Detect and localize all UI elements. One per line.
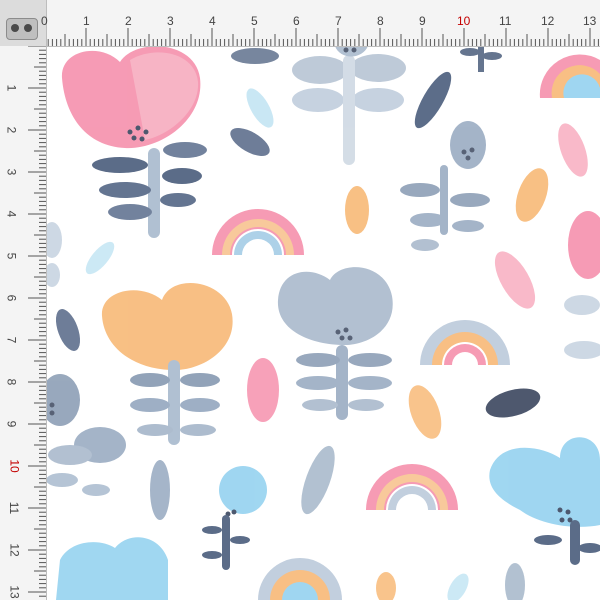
rainbow	[420, 320, 510, 365]
top-ruler-label: 11	[499, 14, 512, 28]
left-ruler-label: 11	[7, 501, 22, 515]
left-ruler-label: 6	[4, 294, 19, 302]
navy-leaf	[55, 309, 81, 351]
top-ruler-label: 6	[293, 14, 300, 28]
grey-flower-center	[277, 267, 393, 420]
top-ruler-label: 7	[335, 14, 342, 28]
watercolor-pattern	[40, 46, 600, 605]
top-ruler-label: 1	[83, 14, 90, 28]
top-ruler-label: 13	[583, 14, 597, 28]
peach-petal	[408, 385, 442, 439]
top-ruler-label: 2	[125, 14, 132, 28]
grey-flower-right	[400, 121, 490, 251]
top-ruler-label: 3	[167, 14, 174, 28]
ruler-corner	[0, 0, 46, 46]
mist-leaf	[150, 460, 170, 520]
pink-petal	[558, 123, 588, 177]
navy-leaf	[230, 128, 270, 156]
peach-petal	[345, 186, 369, 234]
mist-leaf	[301, 445, 335, 515]
navy-sprig	[460, 46, 502, 72]
pink-petal	[494, 251, 536, 309]
mist-leaf	[564, 341, 600, 359]
mist-leaf	[505, 563, 525, 605]
top-ruler-label: 9	[419, 14, 426, 28]
light-blue-leaf	[447, 573, 469, 603]
peach-petal	[376, 572, 396, 604]
clip-screw	[11, 24, 19, 32]
rainbow	[258, 558, 342, 600]
left-ruler-label: 12	[7, 543, 22, 557]
light-blue-leaf	[246, 88, 274, 128]
grey-flower-top	[292, 46, 406, 165]
rainbow	[539, 54, 600, 98]
left-ruler-label: 4	[4, 210, 19, 218]
left-ruler-label: 7	[4, 336, 19, 344]
pink-flower	[61, 46, 207, 238]
left-ruler-label: 3	[4, 168, 19, 176]
light-blue-flower-large	[489, 437, 600, 565]
top-ruler-label: 0	[41, 14, 48, 28]
rainbow	[212, 209, 304, 255]
peach-flower	[101, 283, 233, 445]
grey-flower-left	[40, 374, 126, 496]
clip-screw	[24, 24, 32, 32]
peach-petal	[515, 168, 549, 222]
left-ruler-label: 13	[7, 585, 22, 599]
top-ruler-label: 8	[377, 14, 384, 28]
top-ruler-label: 12	[541, 14, 555, 28]
light-blue-flower-small	[202, 466, 267, 570]
light-blue-flower-bottom	[56, 537, 168, 600]
top-ruler-label: 5	[251, 14, 258, 28]
pink-petal	[247, 358, 279, 422]
ruler-clip	[6, 18, 38, 40]
pink-petal	[568, 211, 600, 279]
left-ruler-label: 1	[4, 84, 19, 92]
left-ruler-label: 5	[4, 252, 19, 260]
left-ruler-label: 10	[7, 459, 22, 473]
left-ruler-label: 9	[4, 420, 19, 428]
left-ruler-label: 2	[4, 126, 19, 134]
mist-leaf	[564, 295, 600, 315]
fabric-preview: 0 1 2 3 4 5 6 7 8 9 10 11 12 13 1 2 3 4 5 6 7 8 9 10 11 12 13	[0, 0, 600, 605]
top-ruler-label: 10	[457, 14, 471, 28]
rainbow	[366, 464, 458, 510]
light-blue-leaf	[85, 241, 115, 275]
left-ruler-label: 8	[4, 378, 19, 386]
navy-leaf	[485, 388, 541, 418]
navy-leaf	[414, 71, 452, 129]
top-ruler-label: 4	[209, 14, 216, 28]
navy-leaf	[231, 48, 279, 64]
